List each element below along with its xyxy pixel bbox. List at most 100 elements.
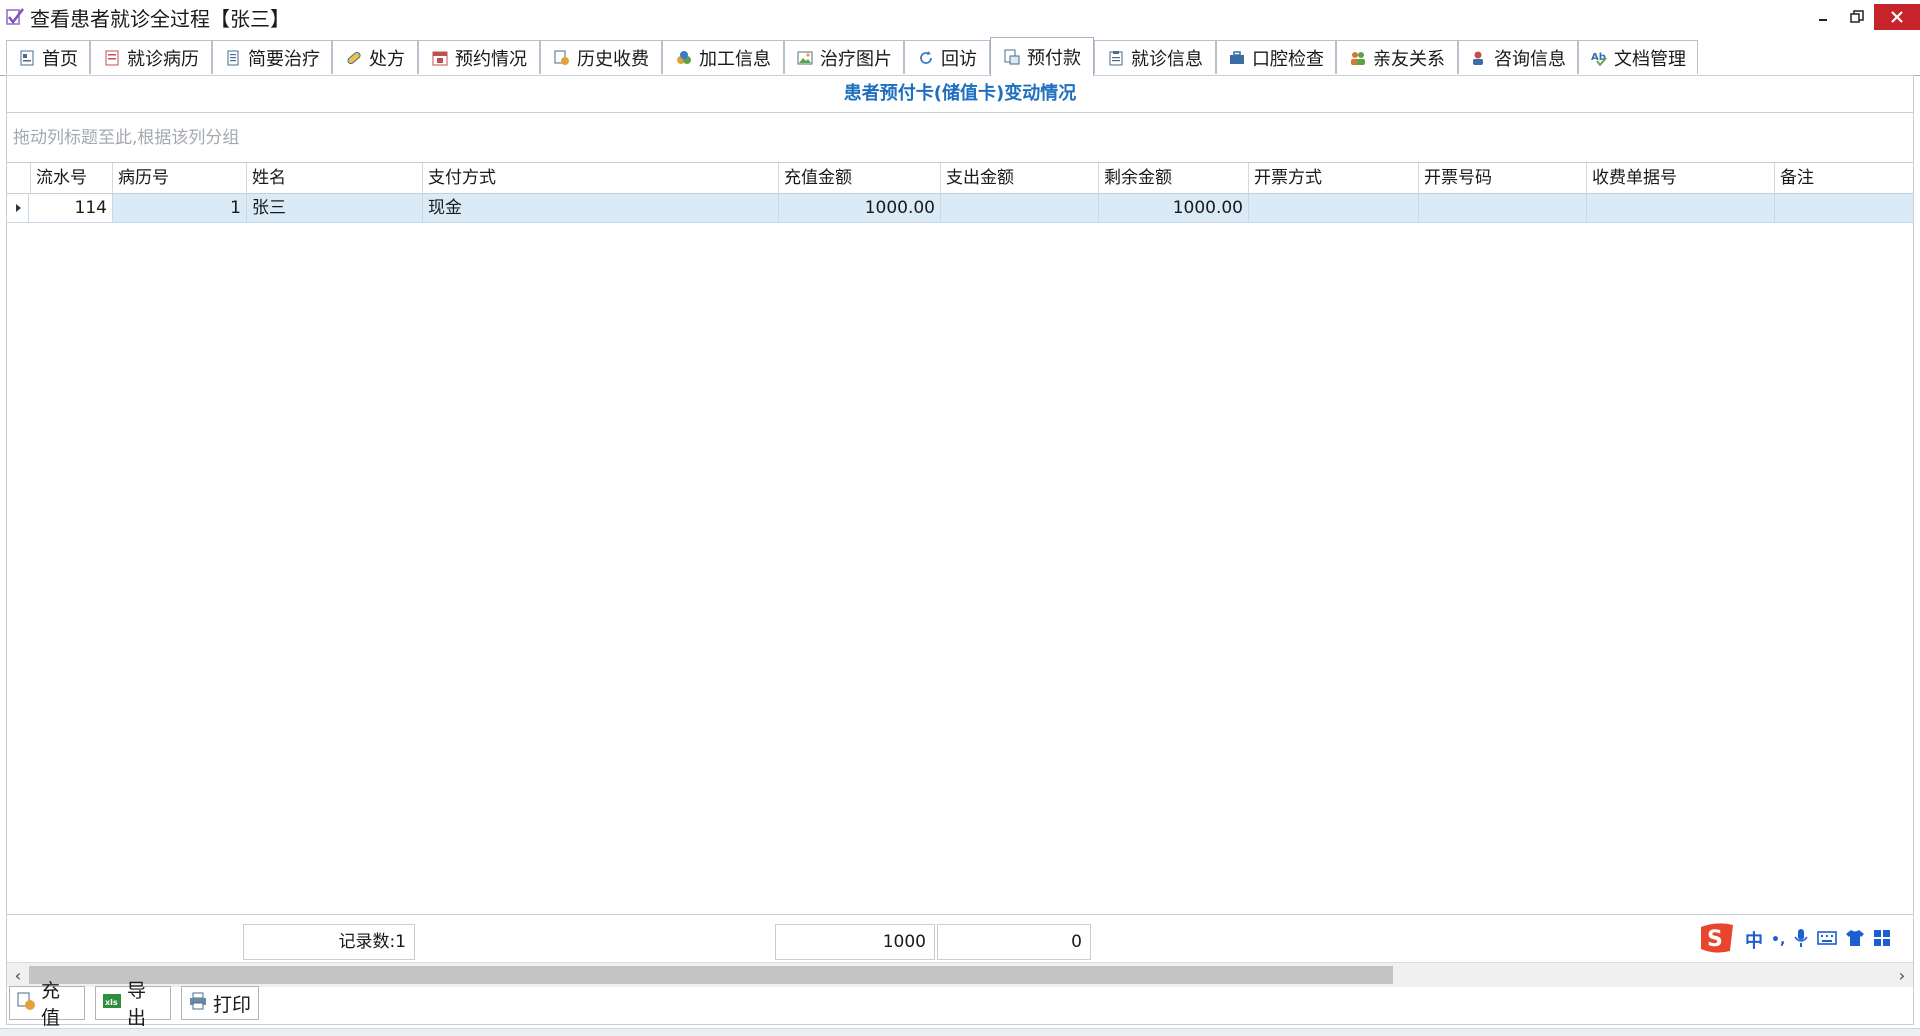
- tab-label: 历史收费: [577, 48, 649, 70]
- print-button[interactable]: 打印: [181, 986, 259, 1020]
- grid-header: 流水号 病历号 姓名 支付方式 充值金额 支出金额 剩余金额 开票方式 开票号码…: [7, 163, 1913, 194]
- tab-billing-history[interactable]: 历史收费: [540, 40, 662, 74]
- cell-receipt-number[interactable]: [1587, 194, 1775, 222]
- column-header[interactable]: 收费单据号: [1587, 163, 1775, 193]
- recharge-button[interactable]: 充值: [9, 980, 85, 1029]
- spellcheck-icon: Ab: [1590, 49, 1608, 67]
- column-header[interactable]: 备注: [1775, 163, 1913, 193]
- tab-label: 咨询信息: [1494, 48, 1566, 70]
- cell-invoice-number[interactable]: [1419, 194, 1587, 222]
- keyboard-icon[interactable]: [1817, 930, 1838, 951]
- cell-name[interactable]: 张三: [247, 194, 423, 222]
- tab-treatment-images[interactable]: 治疗图片: [784, 40, 904, 74]
- scroll-right-icon[interactable]: ›: [1891, 963, 1913, 987]
- tab-consultation[interactable]: 咨询信息: [1458, 40, 1578, 74]
- panel-title: 患者预付卡(储值卡)变动情况: [7, 76, 1913, 113]
- column-header[interactable]: 病历号: [113, 163, 247, 193]
- tab-label: 就诊病历: [127, 48, 199, 70]
- medical-record-icon: [103, 49, 121, 67]
- refresh-icon: [917, 49, 935, 67]
- sogou-logo-icon[interactable]: S: [1697, 921, 1737, 960]
- tab-documents[interactable]: Ab 文档管理: [1578, 40, 1698, 74]
- cell-serial-no[interactable]: 114: [29, 194, 113, 222]
- cell-remark[interactable]: [1775, 194, 1913, 222]
- group-by-drop-area[interactable]: 拖动列标题至此,根据该列分组: [7, 113, 1913, 163]
- cell-balance[interactable]: 1000.00: [1099, 194, 1249, 222]
- prepayment-icon: [1003, 48, 1021, 66]
- tab-medical-record[interactable]: 就诊病历: [90, 40, 212, 74]
- column-header[interactable]: 开票号码: [1419, 163, 1587, 193]
- skin-shirt-icon[interactable]: [1845, 929, 1865, 952]
- minimize-button[interactable]: [1806, 4, 1840, 30]
- home-icon: [18, 49, 36, 67]
- tab-appointments[interactable]: 预约情况: [418, 40, 540, 74]
- tab-home[interactable]: 首页: [6, 40, 90, 74]
- document-icon: [224, 49, 242, 67]
- column-header[interactable]: 开票方式: [1249, 163, 1419, 193]
- tab-label: 加工信息: [699, 48, 771, 70]
- cell-record-no[interactable]: 1: [113, 194, 247, 222]
- people-icon: [1349, 49, 1367, 67]
- scrollbar-thumb[interactable]: [29, 966, 1393, 984]
- image-icon: [796, 49, 814, 67]
- excel-export-icon: xls: [102, 991, 122, 1016]
- table-row[interactable]: 114 1 张三 现金 1000.00 1000.00: [7, 194, 1913, 223]
- prepayment-panel: 患者预付卡(储值卡)变动情况 拖动列标题至此,根据该列分组 流水号 病历号 姓名…: [6, 75, 1914, 1025]
- recharge-icon: [16, 991, 36, 1016]
- column-header[interactable]: 支付方式: [423, 163, 779, 193]
- close-icon: [1891, 11, 1903, 23]
- row-pointer-icon: [7, 194, 29, 222]
- grid-footer: 记录数:1 1000 0 S 中 •,: [7, 914, 1913, 963]
- tab-label: 首页: [42, 48, 78, 70]
- tab-label: 回访: [941, 48, 977, 70]
- restore-button[interactable]: [1840, 4, 1874, 30]
- briefcase-icon: [1228, 49, 1246, 67]
- tab-follow-up[interactable]: 回访: [904, 40, 990, 74]
- microphone-icon[interactable]: [1793, 928, 1809, 953]
- billing-history-icon: [553, 49, 571, 67]
- cell-payment-method[interactable]: 现金: [423, 194, 779, 222]
- horizontal-scrollbar[interactable]: ‹ ›: [7, 962, 1913, 987]
- tab-label: 预约情况: [455, 48, 527, 70]
- tab-label: 治疗图片: [820, 48, 892, 70]
- tab-relatives[interactable]: 亲友关系: [1336, 40, 1458, 74]
- scroll-left-icon[interactable]: ‹: [7, 963, 29, 987]
- tab-label: 预付款: [1027, 48, 1081, 69]
- tab-label: 就诊信息: [1131, 48, 1203, 70]
- record-count: 记录数:1: [243, 924, 415, 960]
- header-indicator-cell: [7, 163, 31, 193]
- tab-brief-treatment[interactable]: 简要治疗: [212, 40, 332, 74]
- column-header[interactable]: 支出金额: [941, 163, 1099, 193]
- cell-recharge-amount[interactable]: 1000.00: [779, 194, 941, 222]
- tab-prescription[interactable]: 处方: [332, 40, 418, 74]
- cell-expense-amount[interactable]: [941, 194, 1099, 222]
- cell-invoice-method[interactable]: [1249, 194, 1419, 222]
- ime-chinese-mode[interactable]: 中: [1745, 927, 1763, 953]
- tab-visit-info[interactable]: 就诊信息: [1094, 40, 1216, 74]
- title-bar: 查看患者就诊全过程【张三】: [0, 0, 1920, 34]
- print-label: 打印: [213, 993, 252, 1016]
- column-header[interactable]: 剩余金额: [1099, 163, 1249, 193]
- tab-label: 文档管理: [1614, 48, 1686, 70]
- svg-text:xls: xls: [105, 998, 118, 1007]
- column-header[interactable]: 姓名: [247, 163, 423, 193]
- close-button[interactable]: [1874, 4, 1920, 30]
- tab-prepayment[interactable]: 预付款: [990, 37, 1094, 76]
- ime-punctuation-mode[interactable]: •,: [1771, 932, 1785, 948]
- clipboard-icon: [1107, 49, 1125, 67]
- processing-icon: [675, 49, 693, 67]
- toolbox-grid-icon[interactable]: [1873, 929, 1891, 952]
- ime-toolbar: S 中 •,: [1697, 921, 1891, 960]
- column-header[interactable]: 充值金额: [779, 163, 941, 193]
- tab-processing-info[interactable]: 加工信息: [662, 40, 784, 74]
- printer-icon: [188, 991, 208, 1016]
- svg-text:S: S: [1707, 927, 1723, 952]
- column-header[interactable]: 流水号: [31, 163, 113, 193]
- recharge-total: 1000: [775, 924, 935, 960]
- tab-bar: 首页 就诊病历 简要治疗 处方 预约情况 历史收费 加工信息 治疗图片 回访 预…: [0, 37, 1920, 76]
- app-checkmark-icon: [4, 6, 26, 28]
- tab-oral-exam[interactable]: 口腔检查: [1216, 40, 1336, 74]
- pill-icon: [345, 49, 363, 67]
- export-label: 导出: [127, 980, 147, 1029]
- export-button[interactable]: xls 导出: [95, 980, 171, 1029]
